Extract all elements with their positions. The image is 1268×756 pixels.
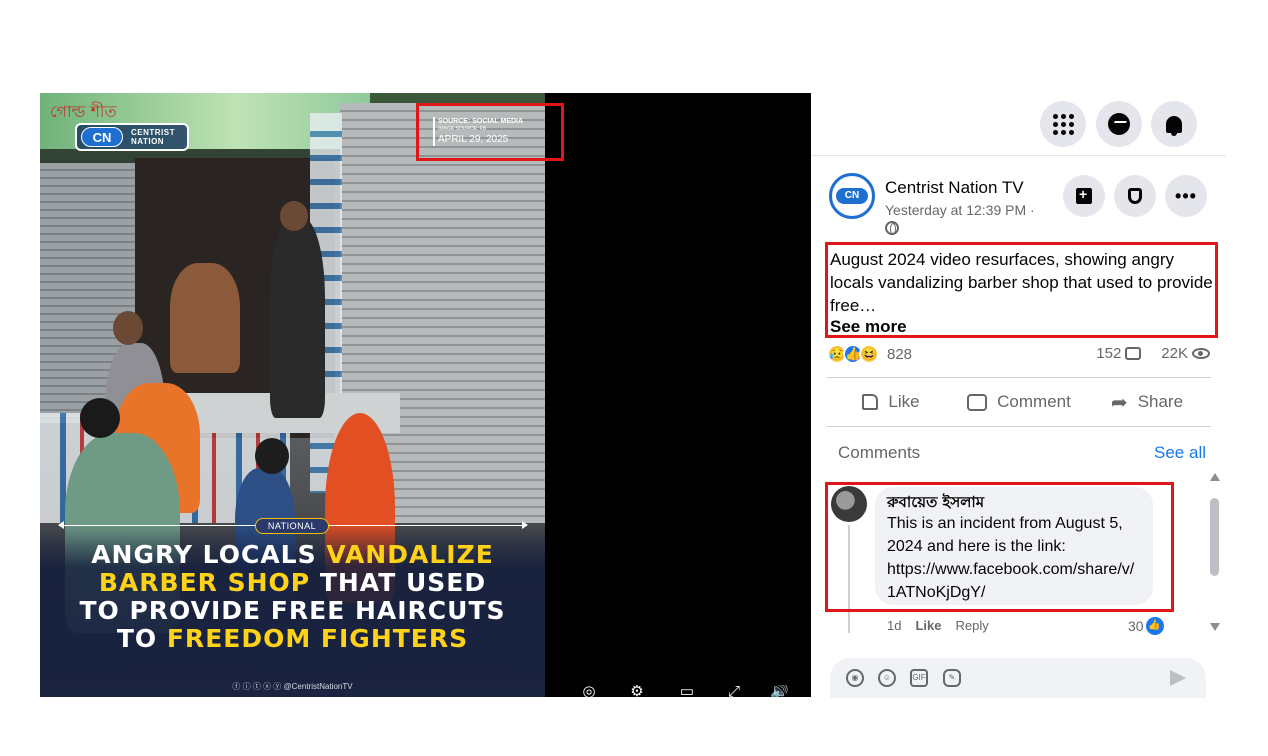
thumbs-up-icon [862,394,879,410]
headline-word: THAT USED [310,568,487,597]
like-button[interactable]: Like [827,378,955,426]
headline-line1: ANGRY LOCALS VANDALIZE [40,541,545,569]
avatar-sticker-icon[interactable]: ◉ [846,669,864,687]
globe-icon [885,221,899,235]
fullscreen-icon[interactable]: ⤢ [725,685,743,697]
comments-heading: Comments [838,443,921,462]
arrow-left-icon [58,521,64,529]
arrow-right-icon [522,521,528,529]
menu-grid-icon [1052,113,1074,135]
sticker-icon[interactable]: ✎ [943,669,961,687]
top-navigation [811,93,1226,156]
emoji-icon[interactable]: ☺ [878,669,896,687]
shield-icon [1128,188,1142,204]
captions-icon[interactable]: ◎ [580,685,598,697]
headline-word: ANGRY LOCALS [91,540,327,569]
comment-label: Comment [997,392,1071,411]
view-count: 22K [1161,345,1188,362]
volume-icon[interactable]: 🔊 [770,685,788,697]
logo-name-line1: CENTRIST [131,128,175,137]
channel-logo: CN CENTRIST NATION [75,123,189,151]
miniplayer-icon[interactable]: ▭ [678,685,696,697]
person-head [280,201,308,231]
page: গোল্ড শীত CN CENTRIST NATION SOURCE: SOC… [0,0,1268,756]
comment-meta: 1d Like Reply [887,618,989,633]
comment-count-icon [1125,347,1142,360]
comment-reaction-count: 30 [1128,618,1144,634]
annotation-box-comment [825,482,1174,612]
person-on-step [270,218,325,418]
video-player[interactable]: গোল্ড শীত CN CENTRIST NATION SOURCE: SOC… [40,93,811,697]
comment-reactions[interactable]: 30 👍 [1128,617,1164,635]
send-icon[interactable] [1170,670,1186,686]
share-button[interactable]: ➦ Share [1083,378,1211,426]
see-all-link[interactable]: See all [1154,443,1206,463]
logo-mark: CN [81,127,123,147]
more-options-button[interactable]: ••• [1165,175,1207,217]
like-label: Like [888,392,920,411]
video-frame: গোল্ড শীত CN CENTRIST NATION SOURCE: SOC… [40,93,545,697]
notifications-button[interactable] [1151,101,1197,147]
comment-bubble-icon [967,393,988,411]
social-handle: ⓕ ⓘ ⓣ ⓧ ⓨ @CentristNationTV [232,682,353,691]
logo-name: CENTRIST NATION [131,128,175,146]
headline-line4: TO FREEDOM FIGHTERS [40,625,545,653]
messenger-button[interactable] [1096,101,1142,147]
post-stats: 152 22K [1096,345,1210,362]
headline-line3: TO PROVIDE FREE HAIRCUTS [79,596,506,625]
like-reaction-icon: 👍 [1145,617,1164,635]
video-headline: ANGRY LOCALS VANDALIZE BARBER SHOP THAT … [40,541,545,653]
person-with-chair [170,263,240,373]
logo-name-line2: NATION [131,137,165,146]
messenger-icon [1108,113,1130,135]
comment-button[interactable]: Comment [955,378,1083,426]
avatar-mark: CN [836,188,868,204]
headline-word: TO [116,624,167,653]
headline-highlight: BARBER SHOP [98,568,311,597]
annotation-box-source [416,103,564,161]
notifications-bell-icon [1166,115,1182,136]
person-head [80,398,120,438]
comment-reply-button[interactable]: Reply [955,618,988,633]
headline-highlight: VANDALIZE [326,540,494,569]
more-icon: ••• [1175,186,1197,206]
headline-highlight: FREEDOM FIGHTERS [166,624,469,653]
haha-reaction-icon: 😆 [859,344,879,364]
share-arrow-icon: ➦ [1110,391,1128,414]
category-badge: NATIONAL [255,518,329,534]
post-timestamp[interactable]: Yesterday at 12:39 PM · [885,202,1035,218]
shop-sign-text: গোল্ড শীত [50,102,117,121]
annotation-box-caption [825,242,1218,338]
shield-button[interactable] [1114,175,1156,217]
scrollbar-thumb[interactable] [1210,498,1219,576]
menu-button[interactable] [1040,101,1086,147]
scroll-down-arrow-icon[interactable] [1210,623,1220,631]
person-head [255,438,289,474]
page-name[interactable]: Centrist Nation TV [885,178,1024,198]
page-avatar[interactable]: CN [829,173,875,219]
person-head [113,311,143,345]
save-icon [1076,186,1092,204]
reaction-count: 828 [887,345,913,363]
player-controls: ◎ ⚙ ▭ ⤢ 🔊 [580,685,800,697]
settings-gear-icon[interactable]: ⚙ [628,685,646,697]
headline-line2: BARBER SHOP THAT USED [40,569,545,597]
gif-icon[interactable]: GIF [910,669,928,687]
comment-composer[interactable]: ◉ ☺ GIF ✎ [830,658,1206,698]
reaction-summary[interactable]: 😥 👍 😆 828 [827,343,912,365]
share-label: Share [1137,392,1184,411]
scroll-up-arrow-icon[interactable] [1210,473,1220,481]
post-panel: CN Centrist Nation TV Yesterday at 12:39… [811,93,1226,698]
comment-like-button[interactable]: Like [915,618,941,633]
views-eye-icon [1192,348,1210,359]
post-actions: Like Comment ➦ Share [827,377,1211,427]
comment-count[interactable]: 152 [1096,345,1121,362]
save-post-button[interactable] [1063,175,1105,217]
comment-age[interactable]: 1d [887,618,901,633]
